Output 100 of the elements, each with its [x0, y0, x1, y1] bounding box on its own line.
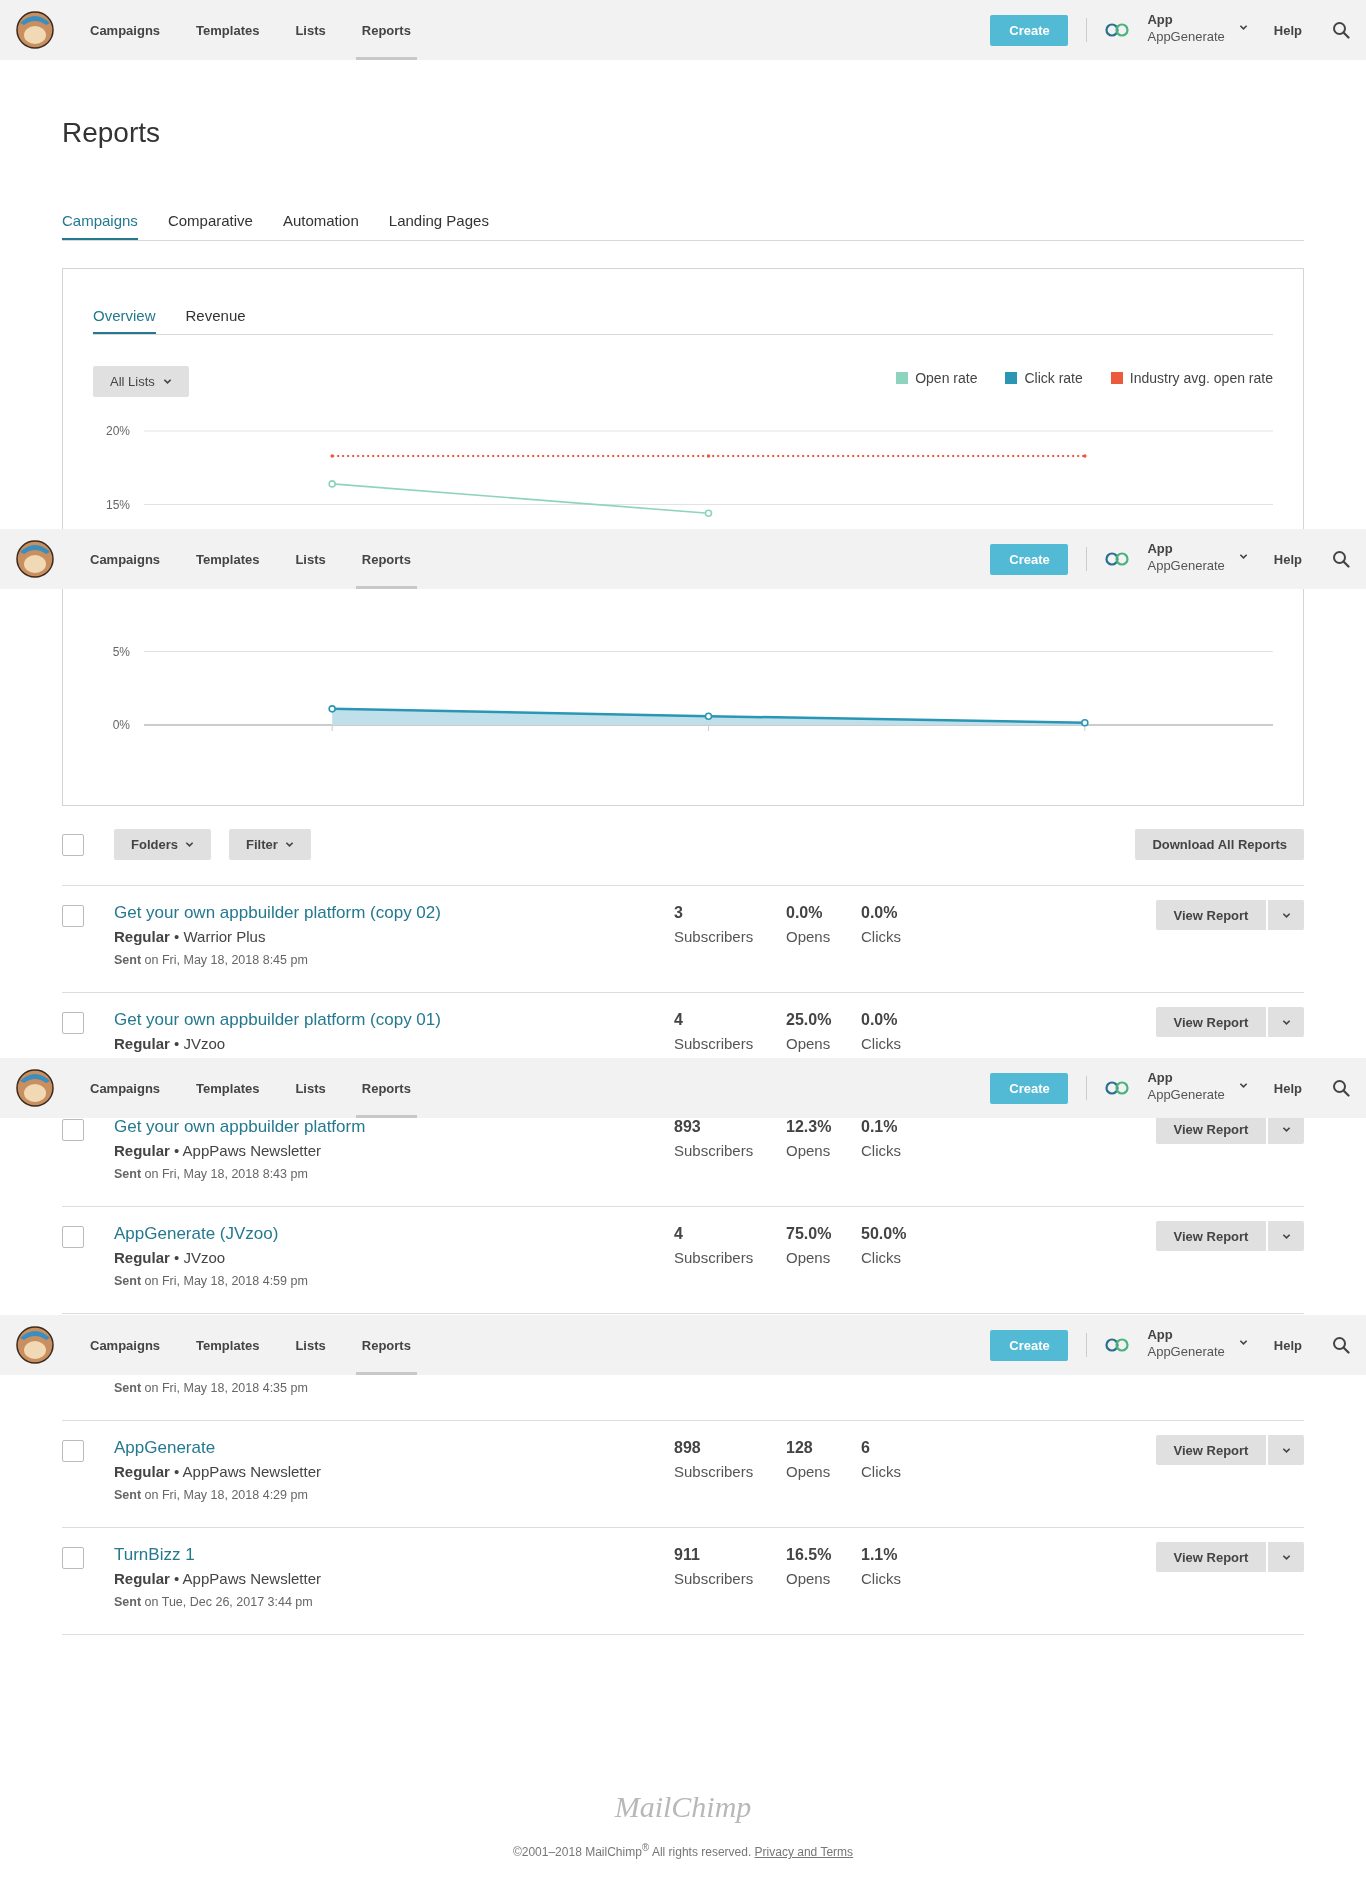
- legend-label: Open rate: [915, 369, 978, 386]
- account-menu[interactable]: App AppGenerate: [1105, 15, 1248, 45]
- nav-tab[interactable]: Campaigns: [84, 0, 167, 60]
- folders-dropdown[interactable]: Folders: [114, 829, 211, 860]
- nav-tab[interactable]: Reports: [355, 529, 417, 589]
- legend-label: Click rate: [1024, 369, 1083, 386]
- axis-tick: [1084, 724, 1086, 732]
- nav-tab[interactable]: Templates: [190, 529, 266, 589]
- nav-tab[interactable]: Templates: [190, 1315, 266, 1375]
- nav-tab[interactable]: Templates: [190, 0, 266, 60]
- chevron-down-icon: [284, 840, 294, 849]
- search-icon[interactable]: [1332, 21, 1350, 39]
- click-rate: 0.0%: [861, 903, 899, 923]
- tab[interactable]: Landing Pages: [388, 203, 489, 240]
- stat-label: Opens: [786, 1569, 832, 1589]
- campaign-title-link[interactable]: Get your own appbuilder platform: [114, 1115, 366, 1139]
- logo-icon[interactable]: [16, 540, 54, 578]
- checkbox[interactable]: [62, 1226, 84, 1248]
- tab[interactable]: Comparative: [167, 203, 253, 240]
- stat-label: Opens: [786, 1034, 832, 1054]
- checkbox[interactable]: [62, 1012, 84, 1034]
- nav-tab[interactable]: Campaigns: [84, 1315, 167, 1375]
- data-point: [328, 480, 336, 488]
- nav-tab[interactable]: Reports: [355, 0, 417, 60]
- help-link[interactable]: Help: [1273, 22, 1302, 38]
- more-options-button[interactable]: [1268, 1435, 1304, 1465]
- sent-date: Sent on Tue, Dec 26, 2017 3:44 pm: [114, 1595, 313, 1609]
- nav-tab[interactable]: Reports: [355, 1315, 417, 1375]
- download-button[interactable]: Download All Reports: [1135, 829, 1304, 860]
- campaign-title-link[interactable]: TurnBizz 1: [114, 1543, 195, 1567]
- logo-icon[interactable]: [16, 11, 54, 49]
- data-point: [1083, 454, 1087, 458]
- view-report-button[interactable]: View Report: [1156, 1007, 1266, 1037]
- more-options-button[interactable]: [1268, 1542, 1304, 1572]
- stat-label: Opens: [786, 1462, 832, 1482]
- tab[interactable]: Overview: [93, 298, 156, 334]
- stat-label: Clicks: [861, 1248, 902, 1268]
- nav-tab[interactable]: Lists: [289, 529, 332, 589]
- stat-label: Clicks: [861, 1141, 902, 1161]
- campaign-title-link[interactable]: AppGenerate: [114, 1436, 216, 1460]
- filter-dropdown[interactable]: Filter: [228, 829, 311, 860]
- footer-logo: MailChimp: [614, 1789, 752, 1825]
- data-point: [706, 454, 711, 458]
- click-rate: 50.0%: [861, 1224, 908, 1244]
- view-report-button[interactable]: View Report: [1156, 1542, 1266, 1572]
- view-report-button[interactable]: View Report: [1156, 1435, 1266, 1465]
- more-options-button[interactable]: [1268, 900, 1304, 930]
- linked-rings-icon: [1105, 1081, 1130, 1095]
- list-dropdown[interactable]: All Lists: [93, 366, 189, 397]
- nav-tab[interactable]: Templates: [190, 1058, 266, 1118]
- view-report-button[interactable]: View Report: [1156, 900, 1266, 930]
- search-icon[interactable]: [1332, 1079, 1350, 1097]
- sent-date: Sent on Fri, May 18, 2018 8:45 pm: [114, 953, 308, 967]
- checkbox[interactable]: [62, 833, 84, 856]
- account-menu[interactable]: App AppGenerate: [1105, 1330, 1248, 1360]
- privacy-terms-link[interactable]: Privacy and Terms: [754, 1845, 854, 1859]
- more-options-button[interactable]: [1268, 1007, 1304, 1037]
- view-report-button[interactable]: View Report: [1156, 1221, 1266, 1251]
- stat-label: Clicks: [861, 927, 902, 947]
- checkbox[interactable]: [62, 1119, 84, 1141]
- stat-label: Subscribers: [674, 1034, 755, 1054]
- search-icon[interactable]: [1332, 1336, 1350, 1354]
- campaign-type: Regular • JVzoo: [114, 1035, 226, 1052]
- data-point: [328, 705, 336, 713]
- chevron-down-icon: [184, 840, 194, 849]
- open-rate: 128: [786, 1438, 814, 1458]
- account-menu[interactable]: App AppGenerate: [1105, 1073, 1248, 1103]
- subscriber-count: 3: [674, 903, 684, 923]
- subscriber-count: 898: [674, 1438, 702, 1458]
- more-options-button[interactable]: [1268, 1221, 1304, 1251]
- checkbox[interactable]: [62, 1440, 84, 1462]
- nav-tab[interactable]: Campaigns: [84, 1058, 167, 1118]
- checkbox[interactable]: [62, 1547, 84, 1569]
- copyright-text: ©2001–2018 MailChimp$^{®}$ All rights reserved.: [512, 1845, 752, 1859]
- help-link[interactable]: Help: [1273, 1080, 1302, 1096]
- nav-tab[interactable]: Campaigns: [84, 529, 167, 589]
- linked-rings-icon: [1105, 23, 1130, 37]
- nav-tab[interactable]: Lists: [289, 1315, 332, 1375]
- logo-icon[interactable]: [16, 1069, 54, 1107]
- campaign-title-link[interactable]: Get your own appbuilder platform (copy 01): [114, 1008, 441, 1032]
- linked-rings-icon: [1105, 1338, 1130, 1352]
- axis-tick-label: 20%: [105, 424, 130, 438]
- campaign-title-link[interactable]: AppGenerate (JVzoo): [114, 1222, 279, 1246]
- logo-icon[interactable]: [16, 1326, 54, 1364]
- nav-tab[interactable]: Reports: [355, 1058, 417, 1118]
- tab[interactable]: Automation: [282, 203, 359, 240]
- tab[interactable]: Revenue: [185, 298, 246, 334]
- checkbox[interactable]: [62, 905, 84, 927]
- open-rate: 75.0%: [786, 1224, 833, 1244]
- help-link[interactable]: Help: [1273, 1337, 1302, 1353]
- account-menu[interactable]: App AppGenerate: [1105, 544, 1248, 574]
- stat-label: Clicks: [861, 1569, 902, 1589]
- help-link[interactable]: Help: [1273, 551, 1302, 567]
- axis-tick: [708, 724, 709, 732]
- tab[interactable]: Campaigns: [62, 203, 138, 240]
- campaign-title-link[interactable]: Get your own appbuilder platform (copy 02): [114, 901, 441, 925]
- search-icon[interactable]: [1332, 550, 1350, 568]
- open-rate: 25.0%: [786, 1010, 833, 1030]
- nav-tab[interactable]: Lists: [289, 1058, 332, 1118]
- nav-tab[interactable]: Lists: [289, 0, 332, 60]
